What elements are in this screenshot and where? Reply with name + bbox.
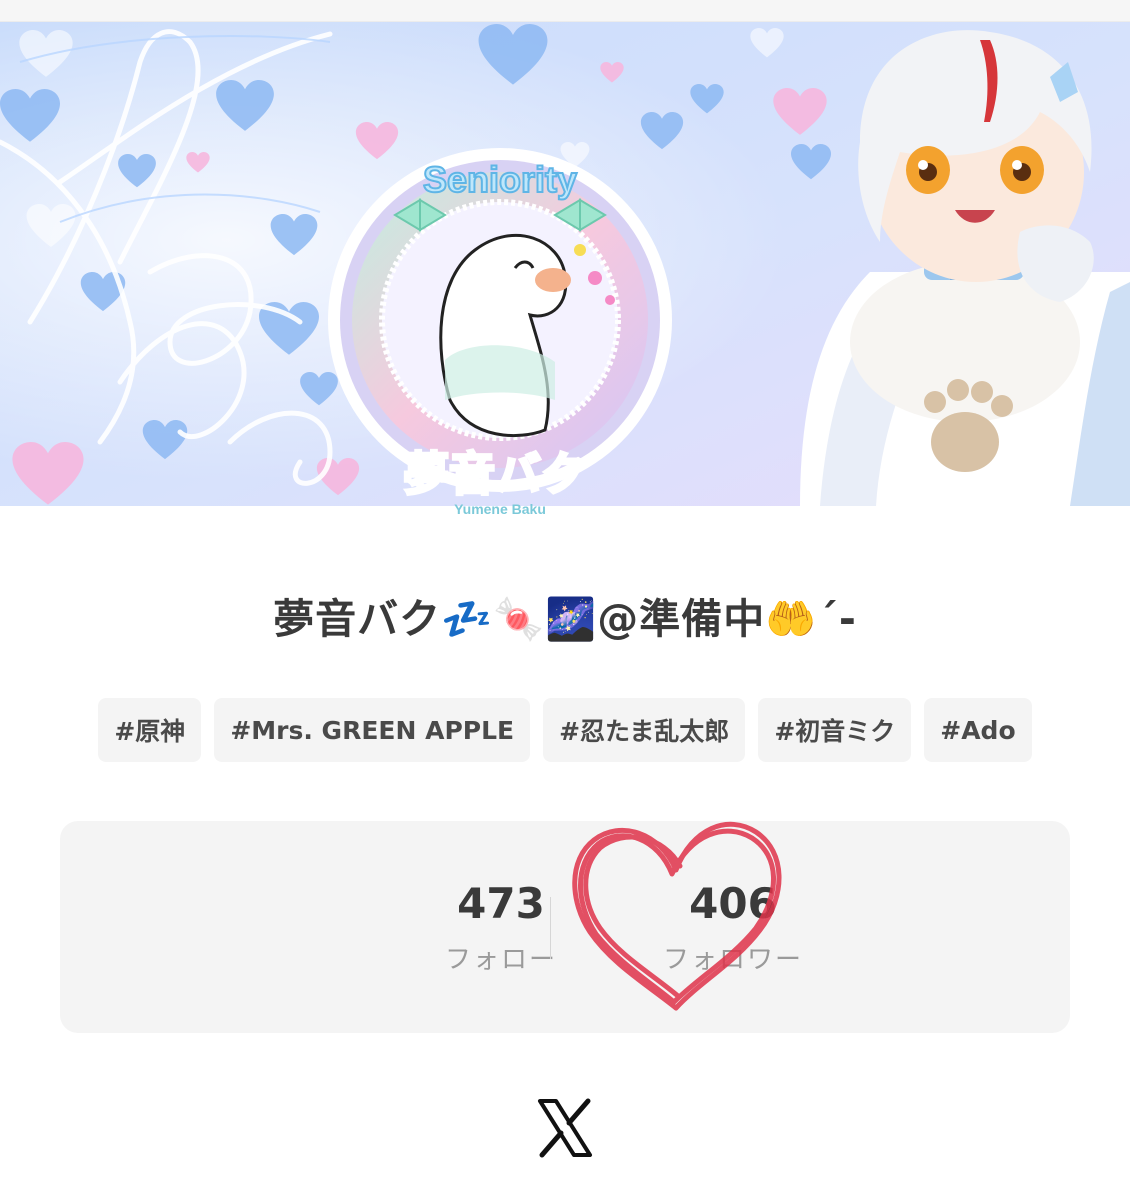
stats-divider <box>550 897 551 959</box>
tag-chip[interactable]: #初音ミク <box>758 698 912 762</box>
avatar-badge-text: Seniority <box>423 159 577 200</box>
avatar-image: Seniority 夢音バク Yumene Baku <box>328 148 672 517</box>
following-stat[interactable]: 473 フォロー <box>401 879 601 976</box>
following-count: 473 <box>457 879 545 928</box>
tag-chip[interactable]: #原神 <box>98 698 202 762</box>
followers-count: 406 <box>689 879 777 928</box>
avatar-sub-text: Yumene Baku <box>454 501 546 517</box>
profile-avatar[interactable]: Seniority 夢音バク Yumene Baku <box>325 100 675 528</box>
top-status-strip <box>0 0 1130 22</box>
tag-chip[interactable]: #Mrs. GREEN APPLE <box>214 698 531 762</box>
following-label: フォロー <box>444 945 557 975</box>
avatar-logo-text: 夢音バク <box>403 447 587 501</box>
interest-tags: #原神 #Mrs. GREEN APPLE #忍たま乱太郎 #初音ミク #Ado <box>0 698 1130 762</box>
tag-chip[interactable]: #忍たま乱太郎 <box>543 698 746 762</box>
display-name: 夢音バク💤🍬🌌@準備中🤲´- <box>273 595 857 643</box>
followers-stat[interactable]: 406 フォロワー <box>633 879 833 976</box>
followers-label: フォロワー <box>662 945 803 975</box>
x-logo-icon[interactable] <box>536 1097 594 1159</box>
tag-chip[interactable]: #Ado <box>924 698 1032 762</box>
stats-card: 473 フォロー 406 フォロワー <box>60 821 1070 1033</box>
